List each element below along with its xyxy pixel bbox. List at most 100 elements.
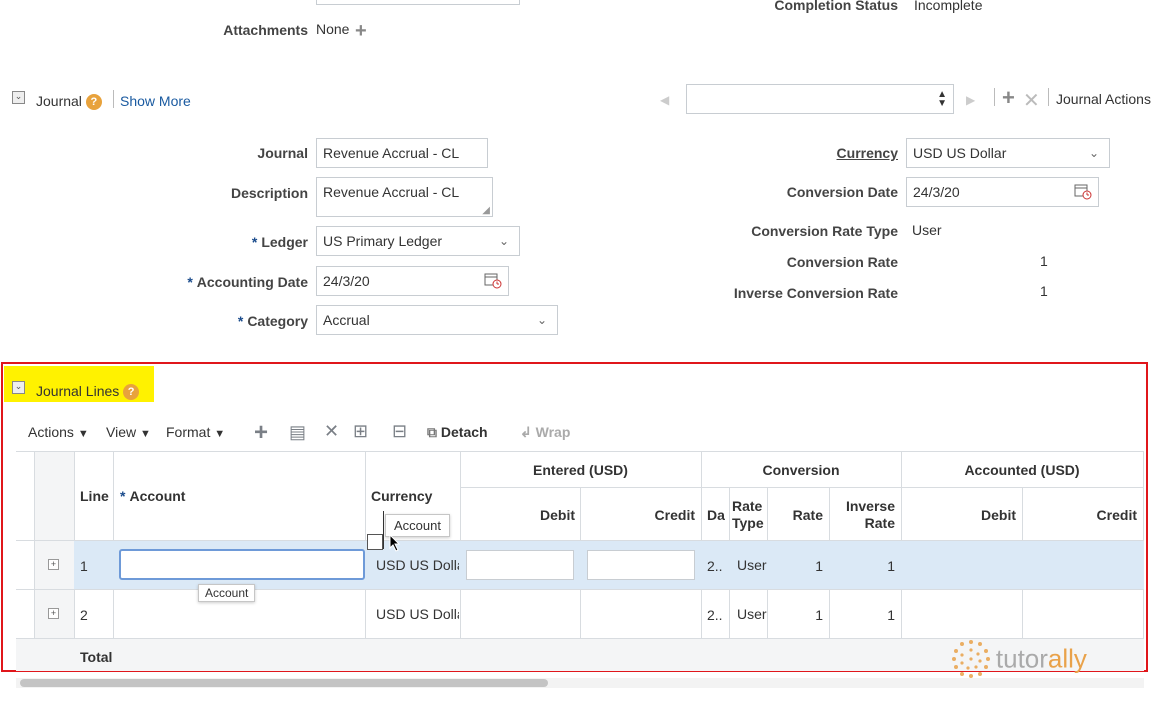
row-currency: USD US Dolla [376,557,459,573]
header-conversion-group: Conversion [762,462,840,478]
row-conversion-date: 2.. [707,558,723,574]
freeze-icon[interactable]: ⊞ [353,421,368,442]
category-label: * Category [160,313,308,329]
accounting-date-input[interactable]: 24/3/20 [316,266,509,296]
journal-label: Journal [257,145,308,161]
header-entered-group: Entered (USD) [533,462,628,478]
view-menu[interactable]: View ▼ [106,424,151,440]
collapse-journal-icon[interactable]: ⌄ [12,91,25,104]
column-drag-line [383,511,384,549]
resize-handle-icon[interactable]: ◢ [482,205,490,216]
row-rate-type: User [737,557,767,573]
header-mid-border [460,487,1144,488]
conversion-date-input[interactable]: 24/3/20 [906,177,1099,207]
description-label: Description [230,185,308,201]
inverse-conversion-rate-label: Inverse Conversion Rate [733,285,898,301]
collapse-lines-icon[interactable]: ⌄ [12,381,25,394]
conversion-date-label: Conversion Date [786,184,898,200]
attachments-value: None [316,21,350,37]
expand-row-icon[interactable]: + [48,559,59,570]
column-resize-marker [367,534,383,550]
actions-label: Actions [28,424,74,440]
row-inverse-rate: 1 [887,607,895,623]
delete-journal-icon[interactable]: ✕ [1023,88,1040,113]
journal-name-input[interactable]: Revenue Accrual - CL [316,138,488,168]
category-select[interactable]: Accrual ⌄ [316,305,558,335]
accounting-date-label: * Accounting Date [160,274,308,290]
journal-actions-menu[interactable]: Journal Actions [1056,91,1151,107]
header-accounted-group: Accounted (USD) [964,462,1080,478]
format-menu[interactable]: Format ▼ [166,424,225,440]
header-account[interactable]: * Account [120,488,185,504]
total-label: Total [80,649,113,665]
row-rate-type: User [737,606,767,622]
description-textarea[interactable]: Revenue Accrual - CL ◢ [316,177,493,217]
horizontal-scrollbar-thumb[interactable] [20,679,548,687]
top-partial-field[interactable] [316,0,520,5]
header-inverse-rate[interactable]: Inverse Rate [840,498,895,532]
conversion-rate-type-label: Conversion Rate Type [751,223,898,239]
required-indicator: * [251,234,258,250]
ledger-label: * Ledger [160,234,308,250]
inverse-conversion-rate-value: 1 [1040,283,1048,299]
header-rate[interactable]: Rate [767,507,823,523]
conversion-rate-type-value: User [912,222,942,238]
detach-icon: ⧉ [427,424,437,440]
row-border [16,589,1144,590]
view-label: View [106,424,137,440]
row-inverse-rate: 1 [887,558,895,574]
calendar-icon[interactable] [1074,182,1092,200]
header-conversion-date[interactable]: Da [707,507,725,523]
calendar-icon[interactable] [484,271,502,289]
conversion-date-value: 24/3/20 [913,184,960,200]
row-conversion-date: 2.. [707,607,723,623]
row-line-number: 2 [80,607,88,623]
journal-lines-title: Journal Lines ? [36,383,140,401]
accounting-date-value: 24/3/20 [323,273,370,289]
help-icon[interactable]: ? [123,384,140,401]
header-rate-type[interactable]: Rate Type [732,498,764,532]
currency-label[interactable]: Currency [700,145,898,161]
category-value: Accrual [323,312,370,328]
header-credit[interactable]: Credit [580,507,695,523]
ledger-select[interactable]: US Primary Ledger ⌄ [316,226,520,256]
wrap-button[interactable]: ↲ Wrap [520,424,570,441]
required-indicator: * [237,313,244,329]
divider [994,88,995,106]
logo-text-b: ally [1047,643,1087,674]
account-input[interactable] [119,549,365,580]
mouse-cursor-icon [389,534,401,552]
header-account-text: Account [129,488,186,504]
delete-row-icon[interactable]: ✕ [324,421,339,442]
journal-section-title-text: Journal [36,93,82,109]
query-by-example-icon[interactable]: ⊟ [392,421,407,442]
header-accounted-debit[interactable]: Debit [901,507,1016,523]
expand-row-icon[interactable]: + [48,608,59,619]
journal-selector[interactable]: ▲ ▼ [686,84,954,114]
add-attachment-icon[interactable]: + [355,20,367,43]
currency-select[interactable]: USD US Dollar ⌄ [906,138,1110,168]
add-row-icon[interactable]: + [254,419,268,447]
logo-text-a: tutor [995,643,1048,674]
wrap-label: Wrap [535,424,571,440]
currency-value: USD US Dollar [913,145,1007,161]
triangle-down-icon: ▼ [214,428,226,440]
header-line[interactable]: Line [80,488,109,504]
header-debit[interactable]: Debit [460,507,575,523]
detach-button[interactable]: ⧉ Detach [427,424,488,441]
show-more-link[interactable]: Show More [120,93,191,109]
header-currency[interactable]: Currency [371,488,432,504]
duplicate-row-icon[interactable]: ▤ [289,422,306,443]
actions-menu[interactable]: Actions ▼ [28,424,89,440]
add-journal-icon[interactable]: + [1002,85,1015,111]
entered-debit-input[interactable] [466,550,574,580]
required-indicator: * [187,274,193,290]
entered-credit-input[interactable] [587,550,695,580]
next-arrow-icon[interactable]: ▶ [966,93,975,107]
chevron-down-icon: ⌄ [498,234,509,248]
header-accounted-credit[interactable]: Credit [1022,507,1137,523]
help-icon[interactable]: ? [85,94,102,111]
previous-arrow-icon[interactable]: ◀ [660,93,669,107]
tutorally-logo: tutorally [950,638,1087,678]
wrap-icon: ↲ [520,424,532,440]
